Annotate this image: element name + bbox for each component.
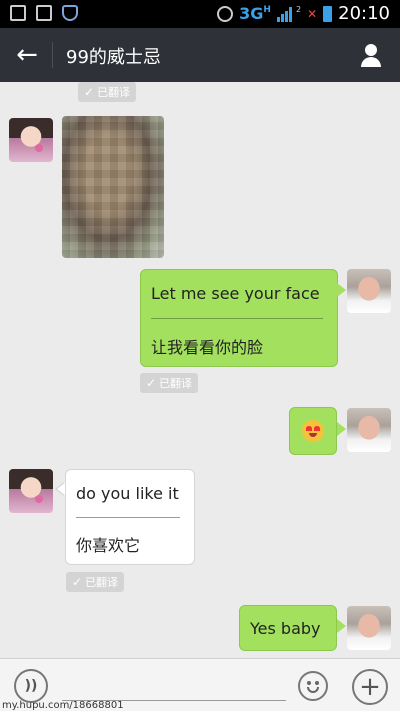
back-button[interactable]: ← bbox=[12, 40, 42, 70]
check-icon: ✓ bbox=[146, 376, 157, 390]
no-signal-icon: ✕ bbox=[307, 6, 318, 21]
shield-notification-icon bbox=[62, 5, 78, 21]
text-message-bubble[interactable]: Let me see your face 让我看看你的脸 bbox=[140, 269, 338, 367]
network-sub: H bbox=[263, 4, 271, 15]
chat-header: ← 99的威士忌 bbox=[0, 28, 400, 82]
contact-avatar[interactable] bbox=[9, 118, 53, 162]
voice-input-button[interactable]: )) bbox=[14, 669, 48, 703]
more-options-button[interactable]: + bbox=[352, 669, 388, 705]
check-icon: ✓ bbox=[72, 575, 83, 589]
gallery-notification-icon bbox=[10, 5, 26, 21]
heart-eyes-emoji-icon bbox=[302, 420, 324, 442]
chat-message-list[interactable]: ✓ 已翻译 Let me see your face 让我看看你的脸 ✓ 已翻译… bbox=[0, 82, 400, 658]
check-icon: ✓ bbox=[84, 85, 95, 99]
message-text: Let me see your face bbox=[151, 284, 320, 303]
my-avatar[interactable] bbox=[347, 606, 391, 650]
sim-slot-number: 2 bbox=[295, 5, 302, 14]
message-input[interactable] bbox=[62, 673, 286, 701]
alarm-clock-icon bbox=[217, 5, 234, 22]
battery-icon bbox=[323, 5, 333, 22]
message-translation: 你喜欢它 bbox=[76, 536, 141, 555]
clock-time: 20:10 bbox=[338, 3, 390, 24]
translated-label: 已翻译 bbox=[159, 377, 193, 390]
plus-icon: + bbox=[359, 672, 381, 702]
signal-strength-icon bbox=[276, 6, 292, 22]
translated-tag[interactable]: ✓ 已翻译 bbox=[78, 82, 137, 102]
voice-icon: )) bbox=[24, 678, 38, 694]
message-translation: 让我看看你的脸 bbox=[151, 338, 264, 357]
translation-divider bbox=[151, 318, 323, 319]
text-message-bubble[interactable]: Yes baby bbox=[239, 605, 337, 651]
chat-title: 99的威士忌 bbox=[66, 47, 161, 68]
smiley-icon bbox=[307, 687, 319, 693]
translated-label: 已翻译 bbox=[97, 86, 131, 99]
contact-avatar[interactable] bbox=[9, 469, 53, 513]
message-text: do you like it bbox=[76, 484, 179, 503]
translated-label: 已翻译 bbox=[85, 576, 119, 589]
lock-notification-icon bbox=[36, 5, 52, 21]
arrow-left-icon: ← bbox=[16, 40, 38, 70]
translated-tag[interactable]: ✓ 已翻译 bbox=[140, 373, 199, 393]
translation-divider bbox=[76, 517, 180, 518]
status-bar: 3G H 2 ✕ 20:10 bbox=[0, 0, 400, 28]
emoji-message-bubble[interactable] bbox=[289, 407, 337, 455]
chat-info-button[interactable] bbox=[356, 40, 386, 70]
text-message-bubble[interactable]: do you like it 你喜欢它 bbox=[65, 469, 195, 565]
header-divider bbox=[52, 42, 53, 68]
message-text: Yes baby bbox=[250, 619, 321, 638]
my-avatar[interactable] bbox=[347, 269, 391, 313]
network-type: 3G bbox=[239, 4, 264, 23]
emoji-button[interactable] bbox=[298, 671, 328, 701]
watermark-text: my.hupu.com/18668801 bbox=[2, 700, 124, 711]
image-message[interactable] bbox=[62, 116, 164, 258]
translated-tag[interactable]: ✓ 已翻译 bbox=[66, 572, 125, 592]
my-avatar[interactable] bbox=[347, 408, 391, 452]
